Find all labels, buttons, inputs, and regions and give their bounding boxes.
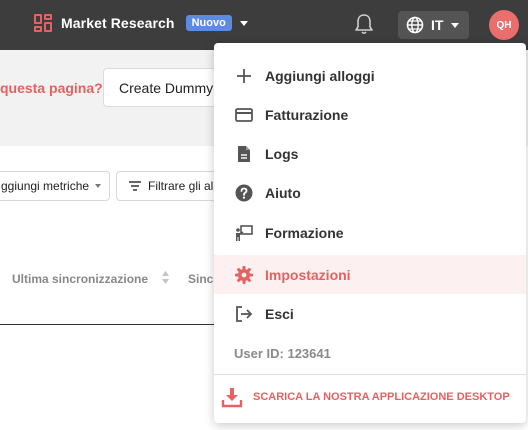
plus-icon bbox=[237, 69, 251, 83]
globe-icon bbox=[406, 16, 424, 34]
sort-icon[interactable] bbox=[161, 270, 170, 285]
user-id: User ID: 123641 bbox=[234, 346, 331, 361]
menu-item-label: Formazione bbox=[265, 224, 344, 241]
add-metrics-button[interactable]: ggiungi metriche bbox=[0, 171, 110, 201]
help-circle-icon bbox=[235, 184, 253, 202]
menu-item-settings[interactable]: Impostazioni bbox=[214, 255, 526, 294]
chevron-down-icon bbox=[95, 184, 102, 188]
menu-item-billing[interactable]: Fatturazione bbox=[214, 95, 526, 134]
download-label: SCARICA LA NOSTRA APPLICAZIONE DESKTOP bbox=[253, 391, 510, 403]
filter-icon bbox=[129, 181, 141, 191]
avatar[interactable]: QH bbox=[489, 10, 519, 40]
chevron-down-icon bbox=[451, 22, 460, 28]
menu-item-label: Impostazioni bbox=[265, 266, 351, 283]
download-desktop-app-link[interactable]: SCARICA LA NOSTRA APPLICAZIONE DESKTOP bbox=[214, 380, 526, 414]
table-header-divider bbox=[0, 324, 215, 325]
menu-item-label: Fatturazione bbox=[265, 106, 349, 123]
menu-item-help[interactable]: Aiuto bbox=[214, 173, 526, 212]
menu-item-logout[interactable]: Esci bbox=[214, 294, 526, 333]
menu-item-label: Logs bbox=[265, 145, 299, 162]
menu-item-label: Aiuto bbox=[265, 184, 301, 201]
user-dropdown-menu: Aggiungi alloggi Fatturazione Logs Aiuto bbox=[214, 43, 526, 423]
document-icon bbox=[238, 146, 250, 162]
menu-item-label: Aggiungi alloggi bbox=[265, 67, 375, 84]
training-presenter-icon bbox=[236, 225, 253, 241]
language-code: IT bbox=[431, 17, 444, 33]
menu-item-add-properties[interactable]: Aggiungi alloggi bbox=[214, 56, 526, 95]
new-badge: Nuovo bbox=[185, 15, 232, 31]
download-icon bbox=[221, 388, 243, 408]
brand[interactable]: Market Research Nuovo bbox=[34, 14, 248, 32]
menu-item-training[interactable]: Formazione bbox=[214, 213, 526, 252]
menu-item-label: Esci bbox=[265, 305, 294, 322]
add-metrics-label: ggiungi metriche bbox=[1, 179, 90, 193]
filter-label: Filtrare gli al bbox=[148, 179, 214, 193]
dashboard-grid-icon bbox=[34, 14, 52, 32]
column-header-last-sync[interactable]: Ultima sincronizzazione bbox=[12, 272, 148, 286]
language-selector[interactable]: IT bbox=[398, 11, 469, 39]
menu-divider bbox=[214, 374, 526, 375]
credit-card-icon bbox=[235, 108, 253, 122]
app-name: Market Research bbox=[61, 15, 175, 31]
chevron-down-icon[interactable] bbox=[239, 20, 248, 26]
gear-icon bbox=[235, 266, 253, 284]
bell-icon[interactable] bbox=[354, 13, 374, 35]
menu-item-logs[interactable]: Logs bbox=[214, 134, 526, 173]
logout-icon bbox=[236, 306, 253, 322]
page-question: questa pagina? bbox=[0, 80, 103, 96]
